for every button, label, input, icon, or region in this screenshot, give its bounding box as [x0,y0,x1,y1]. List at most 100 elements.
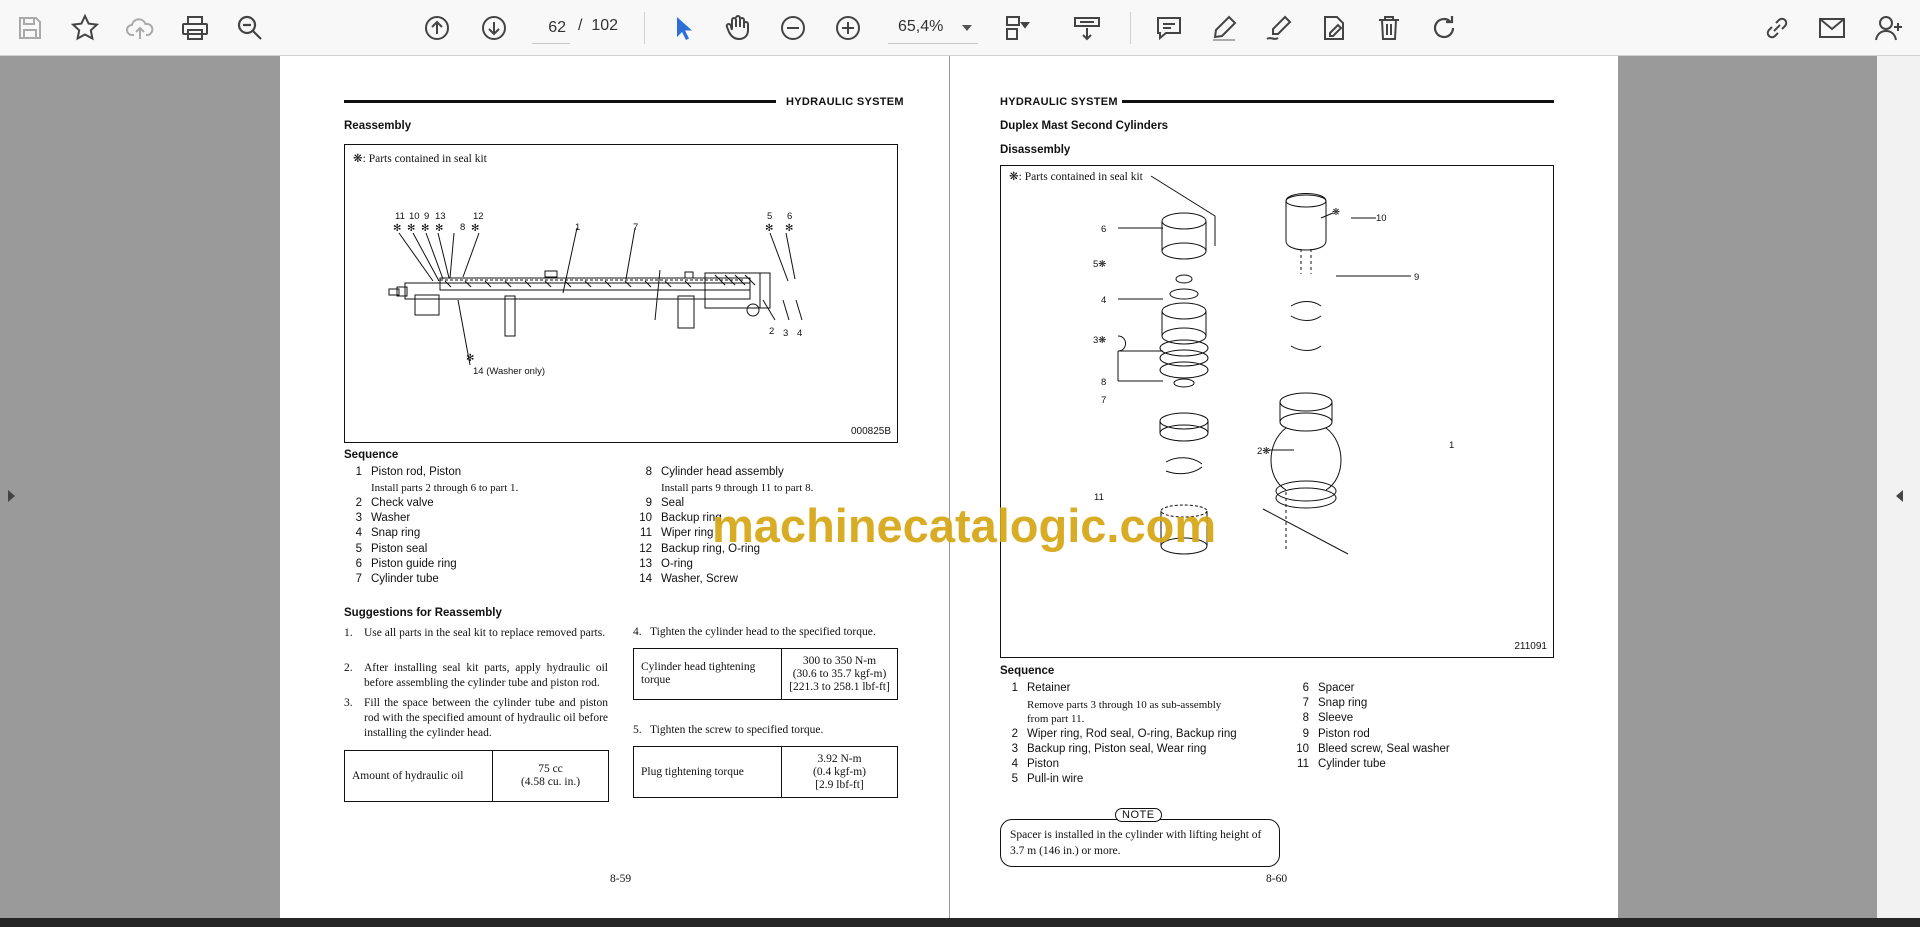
reassembly-figure: ❋: Parts contained in seal kit 11 10 9 1… [344,144,898,443]
callout-3: 3❋ [1093,335,1106,346]
list-item: 4 Snap ring [355,527,421,539]
callout-4: 4 [1101,295,1106,306]
bookmark-star-icon[interactable] [66,9,104,47]
callout-8: 8 [1101,377,1106,388]
page-total-value: 102 [591,17,619,34]
zoom-value: 65,4% [898,18,944,35]
section-title: Duplex Mast Second Cylinders [1000,120,1169,132]
callout-5: 5❋ [1093,259,1106,270]
share-link-icon[interactable] [1758,9,1796,47]
highlight-icon[interactable] [1205,9,1243,47]
add-user-icon[interactable] [1870,9,1908,47]
callout-7: 7 [633,222,638,233]
hand-tool-icon[interactable] [719,9,757,47]
comment-icon[interactable] [1150,9,1188,47]
note-box: Spacer is installed in the cylinder with… [1000,819,1280,867]
chevron-down-icon [962,25,972,31]
callout-6: 6 [1101,224,1106,235]
callout-4: 4 [797,328,802,339]
callout-5: 5 [767,211,772,222]
sequence-note: Install parts 9 through 11 to part 8. [661,482,814,494]
suggestion-item: 3. Fill the space between the cylinder tu… [344,697,608,739]
callout-3: 3 [783,328,788,339]
suggestion-item: 2. After installing seal kit parts, apply… [344,662,608,689]
callout-10: 10 [1376,213,1387,224]
toolbar-divider [644,12,645,44]
page-number: 8-60 [1266,873,1288,885]
svg-text:✻: ✻ [435,223,443,234]
header-rule [1122,100,1554,103]
list-item: 7 Cylinder tube [355,573,439,585]
callout-2: 2 [769,326,774,337]
upload-cloud-icon[interactable] [121,9,159,47]
section-title: Reassembly [344,120,412,132]
fit-page-icon[interactable] [998,9,1036,47]
table-label: Amount of hydraulic oil [345,751,493,801]
svg-text:✻: ✻ [765,223,773,234]
disassembly-figure: ❋: Parts contained in seal kit 6 5❋ 4 3❋… [1000,165,1554,658]
scroll-mode-icon[interactable] [1068,9,1106,47]
fill-sign-icon[interactable] [1315,9,1353,47]
rotate-icon[interactable] [1425,9,1463,47]
zoom-in-icon[interactable] [829,9,867,47]
right-panel-toggle-icon[interactable] [1889,476,1911,516]
list-item: 5 Pull-in wire [1011,773,1084,785]
list-item: 2 Wiper ring, Rod seal, O-ring, Backup ri… [1011,728,1237,740]
next-page-icon[interactable] [475,9,513,47]
step-5: 5. Tighten the screw to specified torque… [633,724,824,736]
page-total: / 102 [578,17,618,35]
note-label: NOTE [1115,808,1162,822]
list-item: 11 Wiper ring [640,527,714,539]
second-cylinder-exploded-drawing: 6 5❋ 4 3❋ 8 7 11 ❋ 10 9 2❋ 1 [1093,175,1454,555]
zoom-tool-icon[interactable] [231,9,269,47]
list-item: 2 Check valve [355,497,434,509]
page-number-input[interactable] [532,12,570,44]
callout-seal-mark: ❋ [1332,207,1340,218]
callout-7: 7 [1101,395,1106,406]
zoom-out-icon[interactable] [774,9,812,47]
list-item: 6 Spacer [1302,682,1355,694]
svg-text:✻: ✻ [407,223,415,234]
list-item: 5 Piston seal [355,543,428,555]
list-item: 7 Snap ring [1302,697,1368,709]
suggestions-title: Suggestions for Reassembly [344,607,502,619]
zoom-select[interactable]: 65,4% [888,12,978,44]
list-item: 3 Backup ring, Piston seal, Wear ring [1011,743,1207,755]
table-label: Cylinder head tightening torque [634,649,782,699]
callout-8: 8 [460,222,465,233]
list-item: 8 Cylinder head assembly [645,466,784,478]
document-viewer[interactable]: HYDRAULIC SYSTEM Reassembly ❋: Parts con… [0,56,1920,918]
delete-icon[interactable] [1370,9,1408,47]
plug-torque-table: Plug tightening torque 3.92 N-m (0.4 kgf… [633,746,898,798]
page-header: HYDRAULIC SYSTEM [786,96,904,108]
list-item: 1 Retainer [1011,682,1071,694]
header-rule [344,100,776,103]
page-header: HYDRAULIC SYSTEM [1000,96,1118,108]
pdf-page-8-60: HYDRAULIC SYSTEM Duplex Mast Second Cyli… [950,56,1618,918]
email-icon[interactable] [1813,9,1851,47]
callout-1: 1 [575,222,580,233]
list-item: 1 Piston rod, Piston [355,466,462,478]
previous-page-icon[interactable] [418,9,456,47]
suggestion-item: 1. Use all parts in the seal kit to repla… [344,627,606,639]
sequence-note: Remove parts 3 through 10 as sub-assembl… [1027,699,1222,725]
list-item: 9 Piston rod [1302,728,1370,740]
svg-text:✻: ✻ [471,223,479,234]
svg-text:✻: ✻ [466,353,474,364]
svg-text:✻: ✻ [421,223,429,234]
list-item: 6 Piston guide ring [355,558,457,570]
toolbar-divider [1130,12,1131,44]
oil-amount-table: Amount of hydraulic oil 75 cc (4.58 cu. … [344,750,609,802]
select-cursor-icon[interactable] [664,9,702,47]
draw-icon[interactable] [1260,9,1298,47]
list-item: 10 Bleed screw, Seal washer [1296,743,1450,755]
sequence-title: Sequence [1000,665,1055,677]
print-icon[interactable] [176,9,214,47]
page-number: 8-59 [610,873,632,885]
sequence-title: Sequence [344,449,399,461]
table-label: Plug tightening torque [634,747,782,797]
left-panel-toggle-icon[interactable] [0,476,22,516]
pdf-page-8-59: HYDRAULIC SYSTEM Reassembly ❋: Parts con… [280,56,949,918]
save-icon[interactable] [11,9,49,47]
callout-2: 2❋ [1257,446,1270,457]
